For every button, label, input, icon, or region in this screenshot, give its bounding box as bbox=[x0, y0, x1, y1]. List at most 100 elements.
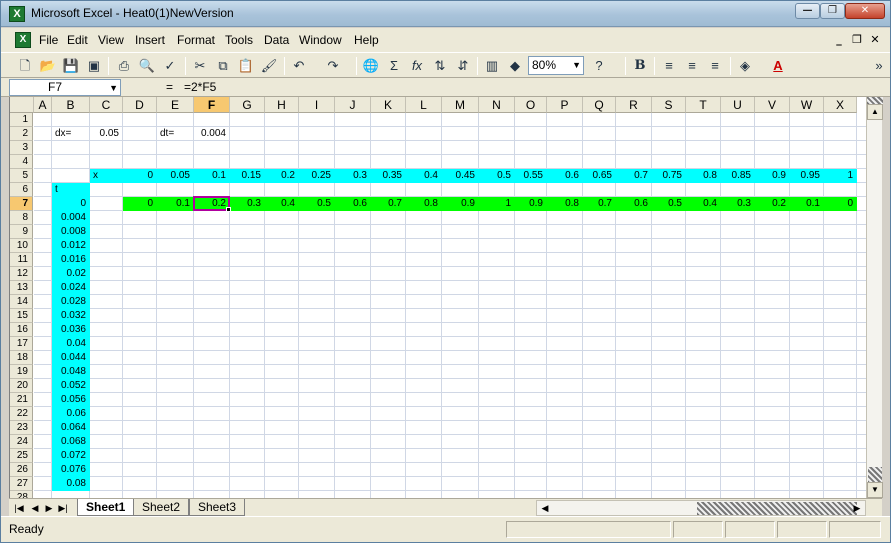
cell-w7[interactable]: 0.1 bbox=[790, 197, 824, 211]
column-header-n[interactable]: N bbox=[479, 97, 515, 113]
cell-b17[interactable]: 0.04 bbox=[52, 337, 90, 351]
cell-b6[interactable]: t bbox=[52, 183, 90, 197]
column-header-g[interactable]: G bbox=[230, 97, 265, 113]
vertical-scrollbar[interactable]: ▲ ▼ bbox=[866, 97, 883, 498]
print-icon[interactable]: ⎙ bbox=[114, 56, 134, 76]
cell-g5[interactable]: 0.15 bbox=[230, 169, 265, 183]
tab-sheet1[interactable]: Sheet1 bbox=[77, 499, 135, 516]
redo-icon[interactable]: ↷ bbox=[323, 56, 343, 76]
row-header-22[interactable]: 22 bbox=[10, 407, 33, 421]
cell-d7[interactable]: 0 bbox=[123, 197, 157, 211]
row-header-16[interactable]: 16 bbox=[10, 323, 33, 337]
align-left-icon[interactable]: ≡ bbox=[659, 56, 679, 76]
cell-x5[interactable]: 1 bbox=[824, 169, 857, 183]
scroll-right-icon[interactable]: ▶ bbox=[851, 501, 863, 515]
cell-q7[interactable]: 0.7 bbox=[583, 197, 616, 211]
cell-n5[interactable]: 0.5 bbox=[479, 169, 515, 183]
cell-u7[interactable]: 0.3 bbox=[721, 197, 755, 211]
cell-b16[interactable]: 0.036 bbox=[52, 323, 90, 337]
column-header-v[interactable]: V bbox=[755, 97, 790, 113]
cell-d5[interactable]: 0 bbox=[123, 169, 157, 183]
cell-h7[interactable]: 0.4 bbox=[265, 197, 299, 211]
cell-b11[interactable]: 0.016 bbox=[52, 253, 90, 267]
cell-b23[interactable]: 0.064 bbox=[52, 421, 90, 435]
worksheet-grid[interactable]: A B C D E F G H I J K L M N O P Q R S T U V W X 1 2 3 4 5 6 7 8 9 10 11 12 1… bbox=[9, 97, 866, 498]
row-header-27[interactable]: 27 bbox=[10, 477, 33, 491]
row-header-10[interactable]: 10 bbox=[10, 239, 33, 253]
row-header-26[interactable]: 26 bbox=[10, 463, 33, 477]
last-sheet-icon[interactable]: ▶| bbox=[57, 501, 69, 515]
cell-b8[interactable]: 0.004 bbox=[52, 211, 90, 225]
spelling-icon[interactable]: ✓ bbox=[160, 56, 180, 76]
row-header-21[interactable]: 21 bbox=[10, 393, 33, 407]
menu-view[interactable]: View bbox=[98, 33, 124, 47]
scroll-up-icon[interactable]: ▲ bbox=[867, 104, 883, 120]
cut-icon[interactable]: ✂ bbox=[190, 56, 210, 76]
row-header-19[interactable]: 19 bbox=[10, 365, 33, 379]
paste-icon[interactable]: 📋 bbox=[236, 56, 256, 76]
row-header-1[interactable]: 1 bbox=[10, 113, 33, 127]
column-header-h[interactable]: H bbox=[265, 97, 299, 113]
cell-b2[interactable]: dx= bbox=[52, 127, 90, 141]
column-header-l[interactable]: L bbox=[406, 97, 442, 113]
cell-m5[interactable]: 0.45 bbox=[442, 169, 479, 183]
column-header-k[interactable]: K bbox=[371, 97, 406, 113]
cell-b25[interactable]: 0.072 bbox=[52, 449, 90, 463]
save-icon[interactable]: 💾 bbox=[61, 56, 81, 76]
cell-j7[interactable]: 0.6 bbox=[335, 197, 371, 211]
cell-r7[interactable]: 0.6 bbox=[616, 197, 652, 211]
cell-b14[interactable]: 0.028 bbox=[52, 295, 90, 309]
cell-p7[interactable]: 0.8 bbox=[547, 197, 583, 211]
cell-q5[interactable]: 0.65 bbox=[583, 169, 616, 183]
row-header-14[interactable]: 14 bbox=[10, 295, 33, 309]
menu-file[interactable]: File bbox=[39, 33, 58, 47]
cell-b21[interactable]: 0.056 bbox=[52, 393, 90, 407]
cell-b20[interactable]: 0.052 bbox=[52, 379, 90, 393]
maximize-button[interactable]: ❐ bbox=[820, 3, 845, 19]
menu-window[interactable]: Window bbox=[299, 33, 342, 47]
row-header-15[interactable]: 15 bbox=[10, 309, 33, 323]
cell-k5[interactable]: 0.35 bbox=[371, 169, 406, 183]
cell-h5[interactable]: 0.2 bbox=[265, 169, 299, 183]
row-header-23[interactable]: 23 bbox=[10, 421, 33, 435]
cell-v7[interactable]: 0.2 bbox=[755, 197, 790, 211]
row-header-13[interactable]: 13 bbox=[10, 281, 33, 295]
column-header-c[interactable]: C bbox=[90, 97, 123, 113]
toolbar-overflow-button[interactable]: » bbox=[869, 56, 889, 76]
chevron-down-icon[interactable]: ▼ bbox=[109, 81, 118, 96]
help-icon[interactable]: ? bbox=[589, 56, 609, 76]
vertical-scroll-thumb[interactable] bbox=[868, 467, 882, 483]
cell-v5[interactable]: 0.9 bbox=[755, 169, 790, 183]
align-right-icon[interactable]: ≡ bbox=[705, 56, 725, 76]
menu-help[interactable]: Help bbox=[354, 33, 379, 47]
cell-g7[interactable]: 0.3 bbox=[230, 197, 265, 211]
workbook-close-button[interactable]: ✕ bbox=[867, 33, 883, 47]
menu-data[interactable]: Data bbox=[264, 33, 289, 47]
cell-k7[interactable]: 0.7 bbox=[371, 197, 406, 211]
undo-icon[interactable]: ↶ bbox=[289, 56, 309, 76]
row-header-28[interactable]: 28 bbox=[10, 491, 33, 498]
horizontal-scroll-thumb[interactable] bbox=[697, 502, 857, 515]
drawing-icon[interactable]: ◆ bbox=[505, 56, 525, 76]
cell-m7[interactable]: 0.9 bbox=[442, 197, 479, 211]
cell-b12[interactable]: 0.02 bbox=[52, 267, 90, 281]
scroll-down-icon[interactable]: ▼ bbox=[867, 482, 883, 498]
row-header-12[interactable]: 12 bbox=[10, 267, 33, 281]
row-header-7[interactable]: 7 bbox=[10, 197, 33, 211]
cell-l5[interactable]: 0.4 bbox=[406, 169, 442, 183]
cell-b27[interactable]: 0.08 bbox=[52, 477, 90, 491]
row-header-17[interactable]: 17 bbox=[10, 337, 33, 351]
cell-n7[interactable]: 1 bbox=[479, 197, 515, 211]
cell-b24[interactable]: 0.068 bbox=[52, 435, 90, 449]
menu-tools[interactable]: Tools bbox=[225, 33, 253, 47]
formula-input[interactable]: =2*F5 bbox=[184, 80, 216, 94]
cell-j5[interactable]: 0.3 bbox=[335, 169, 371, 183]
scroll-left-icon[interactable]: ◀ bbox=[539, 501, 551, 515]
cell-o5[interactable]: 0.55 bbox=[515, 169, 547, 183]
cell-f5[interactable]: 0.1 bbox=[194, 169, 230, 183]
minimize-button[interactable]: — bbox=[795, 3, 820, 19]
column-header-p[interactable]: P bbox=[547, 97, 583, 113]
row-header-3[interactable]: 3 bbox=[10, 141, 33, 155]
cell-b7[interactable]: 0 bbox=[52, 197, 90, 211]
column-header-w[interactable]: W bbox=[790, 97, 824, 113]
